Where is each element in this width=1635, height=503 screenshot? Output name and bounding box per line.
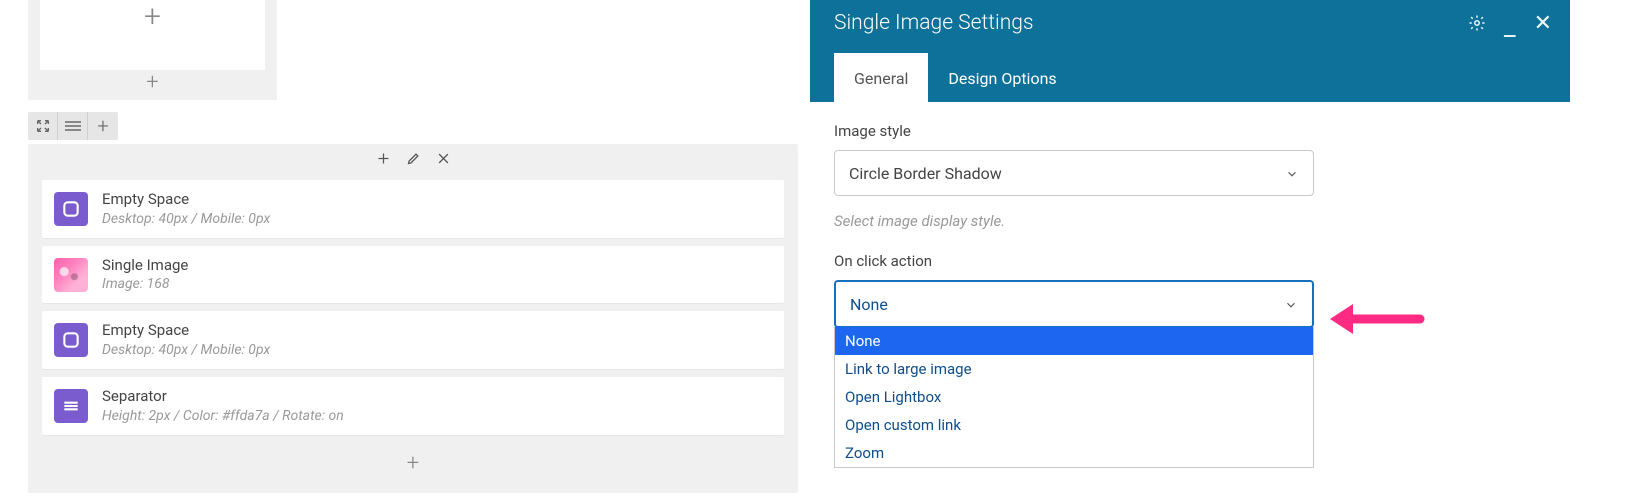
close-button[interactable]: ✕ <box>1534 11 1552 36</box>
image-style-value: Circle Border Shadow <box>849 164 1002 183</box>
image-style-label: Image style <box>834 122 1546 140</box>
column-delete-button[interactable] <box>435 150 451 166</box>
expand-icon <box>35 118 51 134</box>
add-column-button[interactable]: + <box>28 72 277 94</box>
on-click-value: None <box>850 295 888 314</box>
panel-body: Image style Circle Border Shadow Select … <box>810 102 1570 488</box>
page-builder: + + + Empty SpaceDesktop: 40px / Mobile: <box>28 0 798 493</box>
image-thumb-icon <box>54 258 88 292</box>
dropdown-option[interactable]: Link to large image <box>835 355 1313 383</box>
on-click-label: On click action <box>834 252 1546 270</box>
empty-column-block: + + <box>28 0 277 100</box>
add-element-placeholder[interactable]: + <box>40 0 265 70</box>
panel-title: Single Image Settings <box>834 11 1468 35</box>
row-panel: Empty SpaceDesktop: 40px / Mobile: 0pxSi… <box>28 144 798 493</box>
plus-icon <box>376 151 391 166</box>
builder-element[interactable]: Empty SpaceDesktop: 40px / Mobile: 0px <box>42 180 784 238</box>
row-toolbar: + <box>28 112 118 140</box>
empty-space-icon <box>54 323 88 357</box>
separator-icon <box>54 389 88 423</box>
close-icon <box>436 151 451 166</box>
on-click-dropdown: NoneLink to large imageOpen LightboxOpen… <box>834 327 1314 468</box>
element-meta: Desktop: 40px / Mobile: 0px <box>102 210 270 228</box>
column-actions <box>28 144 798 172</box>
tab-design-options[interactable]: Design Options <box>928 53 1076 102</box>
element-title: Empty Space <box>102 190 270 210</box>
image-style-select[interactable]: Circle Border Shadow <box>834 150 1314 196</box>
element-title: Empty Space <box>102 321 270 341</box>
column-edit-button[interactable] <box>405 150 421 166</box>
settings-button[interactable] <box>1468 14 1486 32</box>
fullscreen-button[interactable] <box>28 112 58 140</box>
chevron-down-icon <box>1285 166 1299 180</box>
dropdown-option[interactable]: Open custom link <box>835 411 1313 439</box>
on-click-select[interactable]: None <box>834 280 1314 328</box>
element-meta: Image: 168 <box>102 275 188 293</box>
pencil-icon <box>406 151 421 166</box>
dropdown-option[interactable]: Zoom <box>835 439 1313 467</box>
dropdown-option[interactable]: Open Lightbox <box>835 383 1313 411</box>
element-title: Separator <box>102 387 344 407</box>
add-row-button[interactable]: + <box>88 112 118 140</box>
tab-general[interactable]: General <box>834 53 928 102</box>
column-add-button[interactable] <box>375 150 391 166</box>
dropdown-option[interactable]: None <box>835 327 1313 355</box>
builder-element[interactable]: Single ImageImage: 168 <box>42 246 784 304</box>
plus-icon: + <box>97 114 108 138</box>
chevron-down-icon <box>1284 297 1298 311</box>
drag-handle[interactable] <box>58 112 88 140</box>
builder-element[interactable]: Empty SpaceDesktop: 40px / Mobile: 0px <box>42 311 784 369</box>
panel-tabs: General Design Options <box>810 46 1570 102</box>
plus-icon: + <box>144 2 161 32</box>
builder-element[interactable]: SeparatorHeight: 2px / Color: #ffda7a / … <box>42 377 784 435</box>
panel-controls: _ ✕ <box>1468 11 1552 36</box>
empty-space-icon <box>54 192 88 226</box>
settings-panel: Single Image Settings _ ✕ General Design… <box>810 0 1570 503</box>
element-meta: Desktop: 40px / Mobile: 0px <box>102 341 270 359</box>
element-title: Single Image <box>102 256 188 276</box>
image-style-helper: Select image display style. <box>834 212 1314 230</box>
element-meta: Height: 2px / Color: #ffda7a / Rotate: o… <box>102 407 344 425</box>
gear-icon <box>1468 14 1486 32</box>
drag-icon <box>65 121 81 131</box>
add-element-button[interactable]: + <box>28 453 798 475</box>
panel-header: Single Image Settings _ ✕ <box>810 0 1570 46</box>
